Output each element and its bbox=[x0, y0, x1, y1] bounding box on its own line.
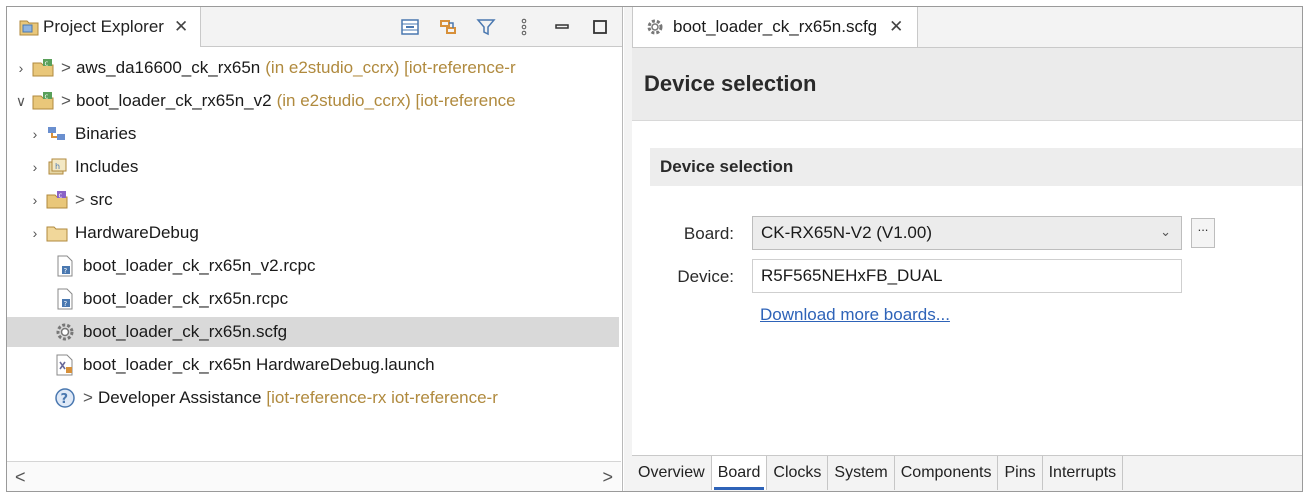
tree-item-label: src bbox=[89, 190, 113, 209]
tree-item-decoration: (in e2studio_ccrx) [iot-reference bbox=[276, 91, 516, 110]
tree-item-decoration: (in e2studio_ccrx) [iot-reference-r bbox=[265, 58, 516, 77]
svg-text:?: ? bbox=[61, 392, 69, 407]
binaries-icon bbox=[45, 123, 69, 145]
board-label: Board: bbox=[683, 224, 734, 243]
tree-item[interactable]: boot_loader_ck_rx65n.scfg bbox=[7, 317, 619, 347]
tab-label: boot_loader_ck_rx65n.scfg bbox=[673, 17, 878, 36]
rcpc-file-icon: ? bbox=[53, 255, 77, 277]
board-select[interactable]: CK-RX65N-V2 (V1.00) ⌄ bbox=[752, 216, 1182, 250]
chevron-down-icon[interactable]: ⌄ bbox=[1160, 224, 1171, 240]
minimize-icon[interactable] bbox=[550, 16, 574, 38]
launch-file-icon bbox=[53, 354, 77, 376]
scroll-left-icon[interactable]: < bbox=[15, 467, 26, 488]
project-explorer-view: Project Explorer ✕ › c > aws_da16600_ck_… bbox=[7, 7, 623, 491]
folder-icon bbox=[45, 222, 69, 244]
tree-item-label: Includes bbox=[75, 157, 139, 176]
svg-text:?: ? bbox=[64, 300, 68, 308]
tree-item-decoration: [iot-reference-rx iot-reference-r bbox=[266, 388, 498, 407]
tree-item[interactable]: › c > aws_da16600_ck_rx65n (in e2studio_ccrx… bbox=[7, 53, 619, 83]
scfg-file-icon bbox=[53, 321, 77, 343]
tree-item-label: boot_loader_ck_rx65n_v2 bbox=[75, 91, 272, 110]
project-explorer-icon bbox=[19, 18, 39, 41]
tree-item[interactable]: › c > src bbox=[7, 185, 619, 215]
section-title: Device selection bbox=[650, 148, 1302, 186]
rcpc-file-icon: ? bbox=[53, 288, 77, 310]
download-more-boards-link[interactable]: Download more boards... bbox=[760, 305, 950, 325]
filter-icon[interactable] bbox=[474, 16, 498, 38]
gear-icon bbox=[645, 17, 665, 42]
chevron-right-icon[interactable]: › bbox=[13, 60, 29, 76]
tree-item[interactable]: ? > Developer Assistance [iot-reference-rx … bbox=[7, 383, 619, 413]
svg-text:c: c bbox=[45, 93, 49, 101]
tree-item-label: boot_loader_ck_rx65n.rcpc bbox=[83, 289, 289, 308]
link-with-editor-icon[interactable] bbox=[436, 16, 460, 38]
browse-boards-button[interactable]: ... bbox=[1191, 218, 1215, 248]
tree-item[interactable]: › Binaries bbox=[7, 119, 619, 149]
device-label: Device: bbox=[677, 267, 734, 286]
device-field-value: R5F565NEHxFB_DUAL bbox=[761, 266, 943, 285]
tree-item[interactable]: ? boot_loader_ck_rx65n_v2.rcpc bbox=[7, 251, 619, 281]
chevron-down-icon[interactable]: ∨ bbox=[13, 93, 29, 110]
view-menu-icon[interactable] bbox=[512, 16, 536, 38]
close-icon[interactable]: ✕ bbox=[889, 17, 903, 37]
tree-item-label: aws_da16600_ck_rx65n bbox=[75, 58, 261, 77]
configurator-page-tabs: Overview Board Clocks System Components Pins I… bbox=[632, 455, 1302, 491]
editor-area: boot_loader_ck_rx65n.scfg ✕ Device selec… bbox=[624, 7, 1302, 491]
horizontal-scrollbar[interactable]: < > bbox=[7, 461, 621, 491]
svg-text:c: c bbox=[45, 60, 49, 68]
collapse-all-icon[interactable] bbox=[398, 16, 422, 38]
tab-project-explorer[interactable]: Project Explorer ✕ bbox=[7, 7, 202, 47]
source-folder-icon: c bbox=[45, 189, 69, 211]
help-icon: ? bbox=[53, 387, 77, 409]
tree-item-label: Developer Assistance bbox=[97, 388, 262, 407]
svg-text:h: h bbox=[55, 162, 60, 171]
tree-item-label: Binaries bbox=[75, 124, 137, 143]
tree-item-label: boot_loader_ck_rx65n HardwareDebug.launc… bbox=[83, 355, 435, 374]
view-toolbar bbox=[398, 16, 612, 38]
tree-item[interactable]: › HardwareDebug bbox=[7, 218, 619, 248]
includes-icon: h bbox=[45, 156, 69, 178]
tab-clocks[interactable]: Clocks bbox=[767, 456, 829, 490]
device-selection-page: Device selection Device selection Board:… bbox=[632, 47, 1302, 455]
device-field[interactable]: R5F565NEHxFB_DUAL bbox=[752, 259, 1182, 293]
tab-components[interactable]: Components bbox=[895, 456, 999, 490]
svg-text:c: c bbox=[59, 192, 63, 200]
project-icon: c bbox=[31, 90, 55, 112]
tab-scfg-editor[interactable]: boot_loader_ck_rx65n.scfg ✕ bbox=[632, 7, 919, 47]
tree-item[interactable]: › h Includes bbox=[7, 152, 619, 182]
tab-interrupts[interactable]: Interrupts bbox=[1043, 456, 1124, 490]
svg-text:?: ? bbox=[64, 267, 68, 275]
git-status-prefix: > bbox=[75, 190, 85, 209]
tree-item[interactable]: boot_loader_ck_rx65n HardwareDebug.launc… bbox=[7, 350, 619, 380]
close-icon[interactable]: ✕ bbox=[174, 17, 188, 37]
chevron-right-icon[interactable]: › bbox=[27, 159, 43, 175]
tab-system[interactable]: System bbox=[828, 456, 895, 490]
git-status-prefix: > bbox=[61, 58, 71, 77]
board-select-value: CK-RX65N-V2 (V1.00) bbox=[761, 223, 933, 242]
tab-pins[interactable]: Pins bbox=[998, 456, 1043, 490]
tab-overview[interactable]: Overview bbox=[632, 456, 712, 490]
page-title: Device selection bbox=[632, 48, 1302, 121]
tree-item-label: boot_loader_ck_rx65n.scfg bbox=[83, 322, 288, 341]
chevron-right-icon[interactable]: › bbox=[27, 225, 43, 241]
tree-item[interactable]: ∨ c > boot_loader_ck_rx65n_v2 (in e2studio_c… bbox=[7, 86, 619, 116]
project-icon: c bbox=[31, 57, 55, 79]
tab-board[interactable]: Board bbox=[711, 456, 768, 490]
project-explorer-tabbar: Project Explorer ✕ bbox=[7, 7, 622, 47]
chevron-right-icon[interactable]: › bbox=[27, 192, 43, 208]
tab-label: Project Explorer bbox=[43, 17, 164, 36]
maximize-icon[interactable] bbox=[588, 16, 612, 38]
ide-window: Project Explorer ✕ › c > aws_da16600_ck_… bbox=[6, 6, 1303, 492]
git-status-prefix: > bbox=[83, 388, 93, 407]
tree-item[interactable]: ? boot_loader_ck_rx65n.rcpc bbox=[7, 284, 619, 314]
scroll-right-icon[interactable]: > bbox=[602, 467, 613, 488]
git-status-prefix: > bbox=[61, 91, 71, 110]
tree-item-label: HardwareDebug bbox=[75, 223, 199, 242]
chevron-right-icon[interactable]: › bbox=[27, 126, 43, 142]
tree-item-label: boot_loader_ck_rx65n_v2.rcpc bbox=[83, 256, 316, 275]
